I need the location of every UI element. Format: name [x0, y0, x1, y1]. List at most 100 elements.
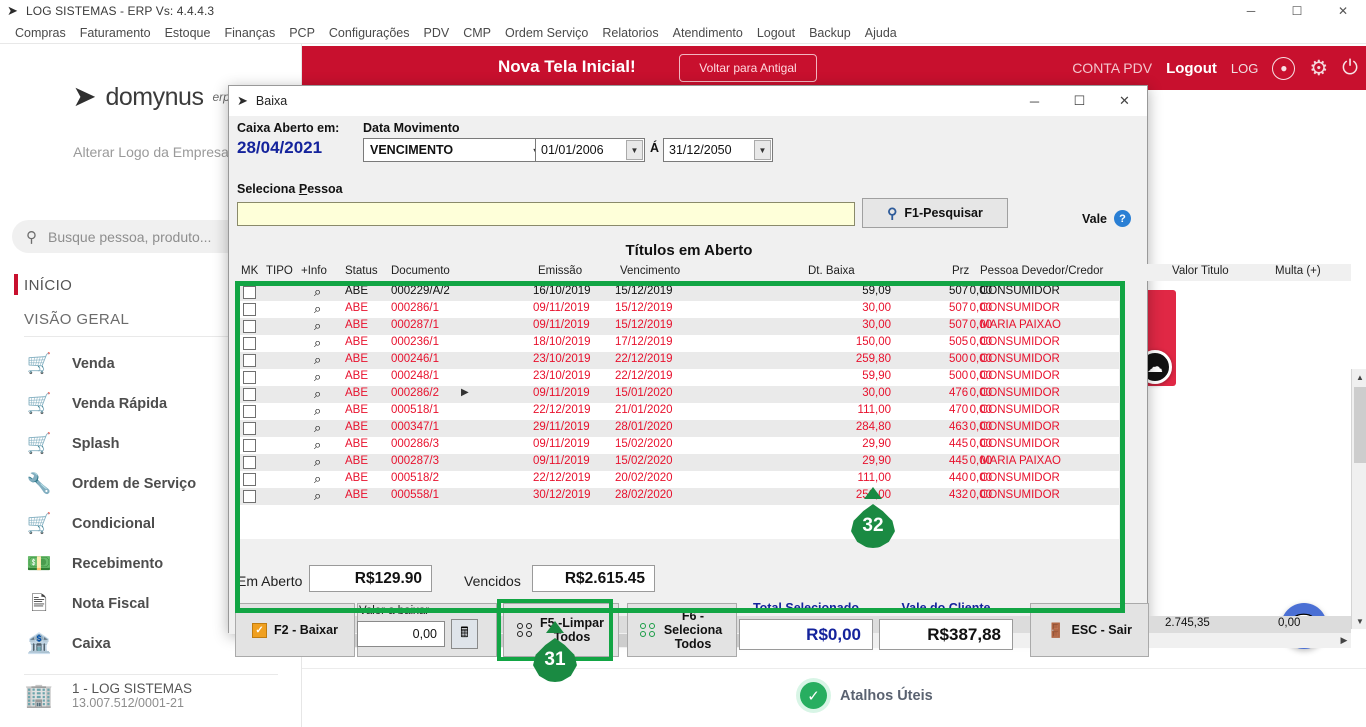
row-checkbox[interactable] — [243, 439, 256, 452]
calculator-icon[interactable]: 🖩 — [451, 619, 478, 649]
cell-vencimento: 17/12/2019 — [615, 336, 673, 348]
pessoa-input[interactable] — [237, 202, 855, 226]
row-checkbox[interactable] — [243, 354, 256, 367]
row-checkbox[interactable] — [243, 388, 256, 401]
row-checkbox[interactable] — [243, 303, 256, 316]
table-row[interactable]: ⌕ ABE 000286/2 09/11/2019 15/01/2020 476 CONSU… — [235, 386, 1119, 403]
magnifier-icon[interactable]: ⌕ — [314, 386, 321, 402]
window-close-button[interactable]: ✕ — [1320, 0, 1366, 22]
menu-item-pcp[interactable]: PCP — [282, 24, 322, 42]
menu-item-faturamento[interactable]: Faturamento — [73, 24, 158, 42]
menu-item-backup[interactable]: Backup — [802, 24, 858, 42]
menu-item-configuracoes[interactable]: Configurações — [322, 24, 417, 42]
row-checkbox[interactable] — [243, 473, 256, 486]
scroll-down-icon[interactable]: ▼ — [1352, 613, 1366, 629]
row-checkbox[interactable] — [243, 371, 256, 384]
dialog-close-button[interactable]: ✕ — [1102, 86, 1147, 116]
window-maximize-button[interactable]: ☐ — [1274, 0, 1320, 22]
menu-item-logout[interactable]: Logout — [750, 24, 802, 42]
cell-status: ABE — [345, 370, 369, 382]
cell-multa: 0,00 — [969, 489, 992, 501]
table-row[interactable]: ⌕ ABE 000229/A/2 16/10/2019 15/12/2019 507 CON… — [235, 284, 1119, 301]
row-checkbox[interactable] — [243, 405, 256, 418]
chevron-down-icon[interactable]: ▼ — [626, 140, 643, 160]
magnifier-icon[interactable]: ⌕ — [314, 301, 321, 317]
menu-item-financas[interactable]: Finanças — [217, 24, 282, 42]
f2-baixar-button[interactable]: ✓ F2 - Baixar — [235, 603, 355, 657]
grid-vertical-scrollbar[interactable]: ▲ ▼ — [1351, 369, 1366, 629]
row-checkbox[interactable] — [243, 490, 256, 503]
user-account-icon[interactable]: ● — [1272, 56, 1296, 80]
pin-tip-icon — [864, 487, 882, 499]
menu-item-relatorios[interactable]: Relatorios — [595, 24, 665, 42]
log-link[interactable]: LOG — [1231, 61, 1258, 76]
table-row[interactable]: ⌕ ABE 000287/3 09/11/2019 15/02/2020 445 MARIA… — [235, 454, 1119, 471]
table-row[interactable]: ⌕ ABE 000286/3 09/11/2019 15/02/2020 445 CONSU… — [235, 437, 1119, 454]
power-icon[interactable]: ⏻ — [1342, 58, 1358, 78]
grid-rows-container[interactable]: ⌕ ABE 000229/A/2 16/10/2019 15/12/2019 507 CON… — [235, 284, 1119, 539]
valor-a-baixar-input[interactable]: 0,00 — [357, 621, 445, 647]
hand-money-icon: 💵 — [26, 553, 52, 575]
magnifier-icon[interactable]: ⌕ — [314, 437, 321, 453]
menu-item-cmp[interactable]: CMP — [456, 24, 498, 42]
magnifier-icon[interactable]: ⌕ — [314, 454, 321, 470]
dialog-minimize-button[interactable]: ─ — [1012, 86, 1057, 116]
row-checkbox[interactable] — [243, 286, 256, 299]
magnifier-icon[interactable]: ⌕ — [314, 488, 321, 504]
magnifier-icon[interactable]: ⌕ — [314, 284, 321, 300]
row-checkbox[interactable] — [243, 337, 256, 350]
atalhos-uteis[interactable]: ✓ Atalhos Úteis — [800, 682, 933, 709]
row-checkbox[interactable] — [243, 320, 256, 333]
conta-pdv-link[interactable]: CONTA PDV — [1072, 60, 1152, 76]
table-row[interactable]: ⌕ ABE 000518/2 22/12/2019 20/02/2020 440 CONSU… — [235, 471, 1119, 488]
search-placeholder: Busque pessoa, produto... — [48, 228, 212, 245]
cash-register-icon: 🏦 — [26, 633, 52, 655]
f6-seleciona-todos-button[interactable]: F6 - Seleciona Todos — [627, 603, 737, 657]
esc-sair-button[interactable]: 🚪 ESC - Sair — [1030, 603, 1149, 657]
scroll-right-icon[interactable]: ▶ — [1337, 633, 1351, 648]
cell-prz: 440 — [949, 472, 969, 484]
magnifier-icon[interactable]: ⌕ — [314, 471, 321, 487]
cell-vencimento: 15/02/2020 — [615, 455, 673, 467]
f1-pesquisar-button[interactable]: ⚲ F1-Pesquisar — [862, 198, 1008, 228]
logout-link[interactable]: Logout — [1166, 60, 1217, 77]
menu-item-ordem-servico[interactable]: Ordem Serviço — [498, 24, 595, 42]
movimento-select[interactable]: VENCIMENTO ▼ — [363, 138, 549, 162]
magnifier-icon[interactable]: ⌕ — [314, 352, 321, 368]
table-row[interactable]: ⌕ ABE 000248/1 23/10/2019 22/12/2019 500 CONSU… — [235, 369, 1119, 386]
menu-item-ajuda[interactable]: Ajuda — [858, 24, 904, 42]
menu-item-estoque[interactable]: Estoque — [158, 24, 218, 42]
table-row[interactable]: ⌕ ABE 000246/1 23/10/2019 22/12/2019 500 CONSU… — [235, 352, 1119, 369]
total-selecionado-value: R$0,00 — [739, 619, 873, 650]
chevron-down-icon[interactable]: ▼ — [754, 140, 771, 160]
menu-item-compras[interactable]: Compras — [8, 24, 73, 42]
magnifier-icon[interactable]: ⌕ — [314, 403, 321, 419]
date-to-input[interactable]: 31/12/2050 ▼ — [663, 138, 773, 162]
row-checkbox[interactable] — [243, 422, 256, 435]
magnifier-icon[interactable]: ⌕ — [314, 420, 321, 436]
magnifier-icon[interactable]: ⌕ — [314, 318, 321, 334]
magnifier-icon[interactable]: ⌕ — [314, 335, 321, 351]
table-row[interactable]: ⌕ ABE 000347/1 29/11/2019 28/01/2020 463 CONSU… — [235, 420, 1119, 437]
menu-item-pdv[interactable]: PDV — [417, 24, 457, 42]
date-from-input[interactable]: 01/01/2006 ▼ — [535, 138, 645, 162]
total-selecionado-label: Total Selecionado — [752, 601, 860, 615]
table-row[interactable]: ⌕ ABE 000558/1 30/12/2019 28/02/2020 432 CONSU… — [235, 488, 1119, 505]
dialog-maximize-button[interactable]: ☐ — [1057, 86, 1102, 116]
window-minimize-button[interactable]: ─ — [1228, 0, 1274, 22]
table-row[interactable]: ⌕ ABE 000236/1 18/10/2019 17/12/2019 505 CONSU… — [235, 335, 1119, 352]
help-icon[interactable]: ? — [1114, 210, 1131, 227]
cell-emissao: 23/10/2019 — [533, 353, 591, 365]
magnifier-icon[interactable]: ⌕ — [314, 369, 321, 385]
table-row[interactable]: ⌕ ABE 000286/1 09/11/2019 15/12/2019 507 CONSU… — [235, 301, 1119, 318]
gear-icon[interactable]: ⚙ — [1309, 58, 1328, 79]
table-row[interactable]: ⌕ ABE 000518/1 22/12/2019 21/01/2020 470 CONSU… — [235, 403, 1119, 420]
table-row[interactable]: ⌕ ABE 000287/1 09/11/2019 15/12/2019 507 MARIA… — [235, 318, 1119, 335]
scrollbar-thumb[interactable] — [1354, 387, 1366, 463]
sidebar-item-label: Condicional — [72, 516, 155, 532]
menu-item-atendimento[interactable]: Atendimento — [666, 24, 750, 42]
row-checkbox[interactable] — [243, 456, 256, 469]
company-info[interactable]: 🏢 1 - LOG SISTEMAS 13.007.512/0001-21 — [0, 669, 302, 721]
scroll-up-icon[interactable]: ▲ — [1352, 369, 1366, 385]
voltar-antiga-button[interactable]: Voltar para Antigal — [679, 54, 817, 82]
